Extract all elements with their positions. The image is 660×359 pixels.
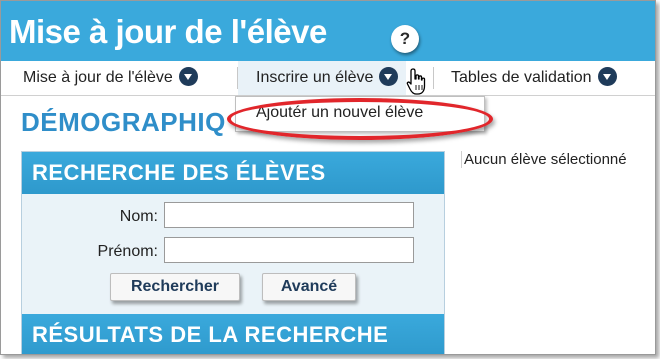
help-icon[interactable]: ? [391,25,419,53]
search-panel-header: RECHERCHE DES ÉLÈVES [22,152,444,194]
search-button[interactable]: Rechercher [110,273,240,301]
tab-separator [433,67,434,89]
tab-label: Tables de validation [451,69,592,86]
tab-label: Inscrire un élève [256,69,374,86]
no-student-message: Aucun élève sélectionné [461,151,627,168]
highlight-ring [227,98,493,140]
title-bar: Mise à jour de l'élève ? [1,1,655,61]
results-header: RÉSULTATS DE LA RECHERCHE [22,314,444,354]
tab-bar: Mise à jour de l'élève Inscrire un élève… [1,61,655,96]
hand-cursor-icon [406,68,426,95]
first-name-input[interactable] [164,237,414,263]
results-title: RÉSULTATS DE LA RECHERCHE [32,322,389,347]
search-panel-title: RECHERCHE DES ÉLÈVES [32,160,326,185]
last-name-label: Nom: [119,208,158,225]
chevron-down-icon[interactable] [597,67,617,87]
first-name-label: Prénom: [97,243,158,260]
section-title: DÉMOGRAPHIQ [21,107,226,137]
page-title: Mise à jour de l'élève [9,13,327,50]
app-window: Mise à jour de l'élève ? Mise à jour de … [0,0,656,355]
search-panel: RECHERCHE DES ÉLÈVES Nom: Prénom: Recher… [21,151,445,354]
chevron-down-icon[interactable] [379,67,399,87]
tab-inscrire[interactable]: Inscrire un élève [238,61,407,95]
tab-label: Mise à jour de l'élève [23,69,173,86]
tab-tables-validation[interactable]: Tables de validation [451,61,617,95]
last-name-input[interactable] [164,202,414,228]
advanced-button[interactable]: Avancé [262,273,356,301]
chevron-down-icon[interactable] [178,67,198,87]
tab-mise-a-jour[interactable]: Mise à jour de l'élève [23,61,198,95]
